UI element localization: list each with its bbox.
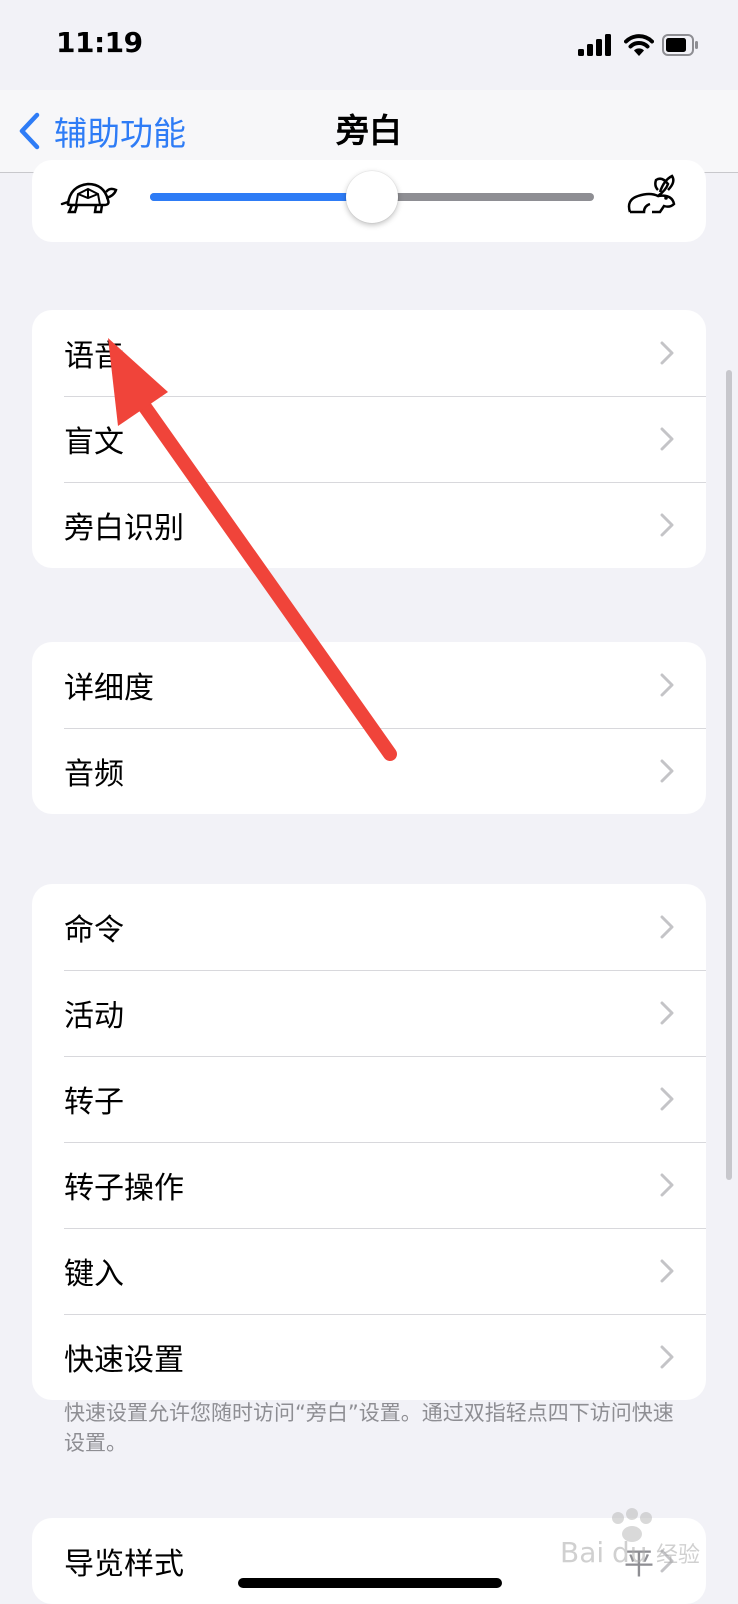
turtle-icon <box>60 182 118 214</box>
chevron-right-icon <box>660 1173 674 1197</box>
home-indicator[interactable] <box>238 1578 502 1588</box>
row-commands[interactable]: 命令 <box>32 884 706 970</box>
chevron-right-icon <box>660 341 674 365</box>
row-braille[interactable]: 盲文 <box>32 396 706 482</box>
row-label: 导览样式 <box>64 1547 184 1582</box>
row-label: 详细度 <box>64 671 154 706</box>
row-label: 语音 <box>64 339 124 374</box>
chevron-right-icon <box>660 1345 674 1369</box>
chevron-right-icon <box>660 673 674 697</box>
speaking-rate-slider-thumb[interactable] <box>346 171 398 223</box>
svg-text:du: du <box>612 1536 648 1569</box>
status-time: 11:19 <box>56 26 143 59</box>
chevron-right-icon <box>660 1001 674 1025</box>
row-label: 转子 <box>64 1085 124 1120</box>
battery-icon <box>662 34 698 56</box>
chevron-right-icon <box>660 513 674 537</box>
settings-group-speech: 语音 盲文 旁白识别 <box>32 310 706 568</box>
back-button-label: 辅助功能 <box>54 114 186 153</box>
slider-track-fill <box>150 193 372 201</box>
row-verbosity[interactable]: 详细度 <box>32 642 706 728</box>
row-label: 活动 <box>64 999 124 1034</box>
settings-group-commands: 命令 活动 转子 转子操作 键入 快速设置 <box>32 884 706 1400</box>
scroll-indicator[interactable] <box>726 370 732 1180</box>
row-label: 键入 <box>64 1257 124 1292</box>
speaking-rate-card <box>32 160 706 242</box>
svg-text:Bai: Bai <box>560 1536 604 1569</box>
chevron-right-icon <box>660 1087 674 1111</box>
chevron-right-icon <box>660 915 674 939</box>
rabbit-icon <box>627 174 676 214</box>
row-typing[interactable]: 键入 <box>32 1228 706 1314</box>
chevron-right-icon <box>660 427 674 451</box>
row-label: 旁白识别 <box>64 511 184 546</box>
row-label: 快速设置 <box>64 1343 184 1378</box>
chevron-left-icon <box>19 112 40 150</box>
cellular-signal-icon <box>578 34 611 56</box>
baidu-watermark-logo: Bai du 经验 <box>560 1504 710 1580</box>
svg-text:经验: 经验 <box>656 1543 700 1568</box>
row-label: 音频 <box>64 757 124 792</box>
row-label: 盲文 <box>64 425 124 460</box>
quick-settings-footnote: 快速设置允许您随时访问“旁白”设置。通过双指轻点四下访问快速设置。 <box>64 1401 674 1455</box>
row-activities[interactable]: 活动 <box>32 970 706 1056</box>
chevron-right-icon <box>660 759 674 783</box>
status-bar: 11:19 <box>0 0 738 90</box>
row-rotor-actions[interactable]: 转子操作 <box>32 1142 706 1228</box>
wifi-icon <box>624 34 654 56</box>
back-button[interactable]: 辅助功能 <box>18 108 186 154</box>
row-quick-settings[interactable]: 快速设置 <box>32 1314 706 1400</box>
settings-group-verbosity: 详细度 音频 <box>32 642 706 814</box>
row-audio[interactable]: 音频 <box>32 728 706 814</box>
row-speech[interactable]: 语音 <box>32 310 706 396</box>
chevron-right-icon <box>660 1259 674 1283</box>
row-label: 命令 <box>64 913 124 948</box>
row-voiceover-recognition[interactable]: 旁白识别 <box>32 482 706 568</box>
row-label: 转子操作 <box>64 1171 184 1206</box>
row-rotor[interactable]: 转子 <box>32 1056 706 1142</box>
